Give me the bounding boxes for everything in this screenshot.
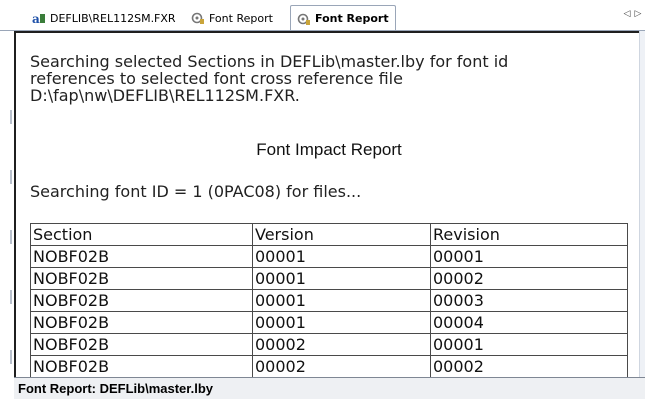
tab-font-report-1[interactable]: Font Report	[185, 6, 279, 30]
table-cell: 00001	[252, 289, 431, 312]
table-row: NOBF02B 00002 00001	[30, 333, 628, 356]
table-cell: 00001	[252, 311, 431, 334]
table-cell: NOBF02B	[30, 245, 253, 268]
table-cell: NOBF02B	[30, 311, 253, 334]
report-intro: Searching selected Sections in DEFLib\ma…	[30, 53, 628, 104]
table-cell: 00004	[430, 311, 628, 334]
table-cell: 00001	[430, 245, 628, 268]
tab-label: Font Report	[209, 11, 273, 25]
report-gear-icon	[191, 11, 205, 25]
column-header-version: Version	[252, 223, 431, 246]
tab-scroll-arrows: ◁ ▷	[622, 9, 643, 19]
status-bar: Font Report: DEFLib\master.lby	[14, 377, 645, 399]
report-view[interactable]: Searching selected Sections in DEFLib\ma…	[14, 31, 643, 377]
left-ruler	[10, 110, 12, 370]
table-cell: NOBF02B	[30, 267, 253, 290]
table-cell: 00003	[430, 289, 628, 312]
results-table: Section Version Revision NOBF02B 00001 00001 N…	[30, 223, 628, 377]
table-row: NOBF02B 00001 00001	[30, 245, 628, 268]
column-header-revision: Revision	[430, 223, 628, 246]
vertical-scrollbar[interactable]	[639, 31, 645, 377]
table-cell: NOBF02B	[30, 289, 253, 312]
status-text: Font Report: DEFLib\master.lby	[18, 381, 214, 396]
table-cell: NOBF02B	[30, 333, 253, 356]
report-content: Searching selected Sections in DEFLib\ma…	[30, 53, 628, 377]
report-gear-icon	[297, 12, 311, 26]
column-header-section: Section	[30, 223, 253, 246]
table-cell: 00001	[430, 333, 628, 356]
table-row: NOBF02B 00001 00002	[30, 267, 628, 290]
tab-font-report-2[interactable]: Font Report	[290, 5, 396, 31]
report-title: Font Impact Report	[256, 140, 402, 159]
tab-next-button[interactable]: ▷	[633, 9, 643, 19]
table-cell: 00002	[252, 355, 431, 377]
table-row: NOBF02B 00001 00004	[30, 311, 628, 334]
tab-label: DEFLIB\REL112SM.FXR	[50, 11, 176, 25]
tab-fxr-file[interactable]: a DEFLIB\REL112SM.FXR	[26, 6, 182, 30]
table-cell: 00001	[252, 267, 431, 290]
table-cell: NOBF02B	[30, 355, 253, 377]
font-xref-icon: a	[32, 11, 46, 25]
tab-label: Font Report	[315, 12, 389, 25]
table-cell: 00002	[430, 267, 628, 290]
table-row: NOBF02B 00002 00002	[30, 355, 628, 377]
table-row: NOBF02B 00001 00003	[30, 289, 628, 312]
tab-strip: a DEFLIB\REL112SM.FXR Font Report Font R…	[0, 0, 645, 31]
svg-text:a: a	[32, 12, 40, 25]
tab-prev-button[interactable]: ◁	[622, 9, 632, 19]
table-header-row: Section Version Revision	[30, 223, 628, 246]
intro-line-3: D:\fap\nw\DEFLIB\REL112SM.FXR.	[30, 86, 300, 105]
search-status-text: Searching font ID = 1 (0PAC08) for files…	[30, 182, 362, 201]
table-cell: 00002	[430, 355, 628, 377]
table-cell: 00001	[252, 245, 431, 268]
table-cell: 00002	[252, 333, 431, 356]
